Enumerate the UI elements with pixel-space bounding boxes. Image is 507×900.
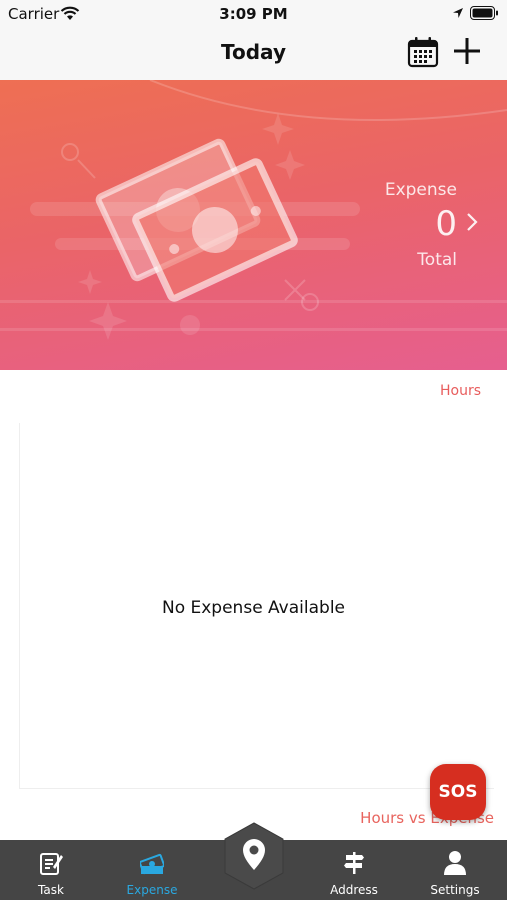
- tab-address[interactable]: Address: [304, 840, 404, 900]
- calendar-icon[interactable]: [407, 36, 439, 68]
- task-icon: [40, 853, 63, 875]
- empty-state-message: No Expense Available: [161, 598, 345, 618]
- tab-settings[interactable]: Settings: [405, 840, 505, 900]
- expense-label: Expense: [384, 180, 457, 200]
- navigation-bar: Today: [0, 28, 507, 80]
- chevron-right-icon[interactable]: [466, 212, 478, 232]
- tab-settings-label: Settings: [430, 883, 480, 897]
- tab-expense-label: Expense: [126, 883, 178, 897]
- tab-task-label: Task: [38, 883, 64, 897]
- battery-icon: [470, 6, 498, 20]
- expense-icon: [140, 853, 164, 875]
- location-arrow-icon: [453, 8, 463, 18]
- money-illustration-icon: [0, 80, 507, 340]
- location-pin-button[interactable]: [224, 822, 284, 890]
- person-icon: [444, 851, 466, 875]
- status-bar: Carrier 3:09 PM: [0, 0, 507, 28]
- add-icon[interactable]: [452, 36, 482, 66]
- total-label: Total: [417, 250, 457, 270]
- tab-expense[interactable]: Expense: [102, 840, 202, 900]
- signpost-icon: [344, 852, 364, 874]
- sos-button[interactable]: SOS: [430, 764, 486, 820]
- expense-total-value[interactable]: 0: [435, 204, 457, 244]
- expense-banner: Expense 0 Total: [0, 80, 507, 370]
- hours-link[interactable]: Hours: [440, 383, 481, 399]
- clock-time: 3:09 PM: [219, 5, 288, 23]
- tab-task[interactable]: Task: [1, 840, 101, 900]
- tab-address-label: Address: [330, 883, 378, 897]
